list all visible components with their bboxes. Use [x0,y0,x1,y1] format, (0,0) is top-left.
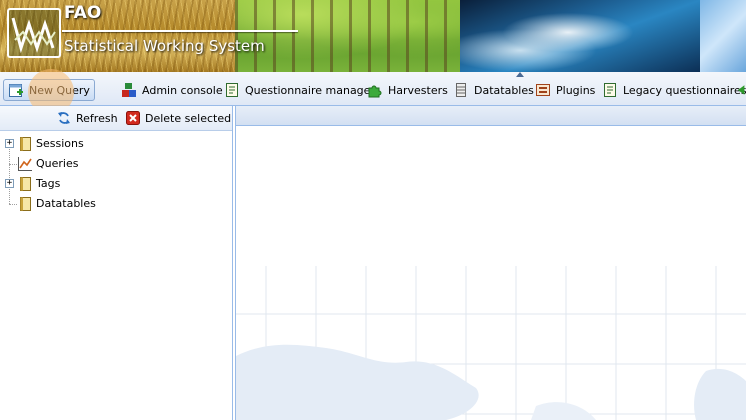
plugins-label: Plugins [556,83,596,97]
refresh-icon [57,111,71,125]
refresh-label: Refresh [76,111,118,125]
book-icon [17,196,33,212]
tree-item-label: Sessions [36,137,84,150]
navigation-tree: + Sessions Queries + Tags Datatables [0,134,232,214]
toolbar-overflow-button[interactable] [738,79,746,101]
brand-name: FAO [64,3,102,23]
banner-sky-image [700,0,746,72]
main-toolbar: New Query Admin console Questionnaire ma… [0,72,746,106]
content-panel [235,106,746,420]
world-map-background [236,126,746,420]
banner-forest-image [235,0,460,72]
plugins-button[interactable]: Plugins [535,79,595,101]
legacy-questionnaires-label: Legacy questionnaires [623,83,746,97]
app-banner: FAO Statistical Working System [0,0,746,72]
plugin-icon [535,82,551,98]
delete-selected-label: Delete selected [145,111,232,125]
tree-item-sessions[interactable]: + Sessions [0,134,232,154]
questionnaire-manager-button[interactable]: Questionnaire manager [224,79,375,101]
questionnaire-icon [602,82,618,98]
tree-item-label: Datatables [36,197,96,210]
legacy-questionnaires-button[interactable]: Legacy questionnaires [602,79,746,101]
arrow-icon [738,85,745,95]
datatables-label: Datatables [474,83,534,97]
harvesters-label: Harvesters [388,83,448,97]
chart-icon [17,156,33,172]
tree-item-label: Tags [36,177,61,190]
tree-item-label: Queries [36,157,79,170]
questionnaire-manager-label: Questionnaire manager [245,83,375,97]
delete-selected-button[interactable]: Delete selected [126,111,231,125]
book-icon [17,136,33,152]
admin-console-button[interactable]: Admin console [121,79,223,101]
fao-logo-icon [7,8,61,58]
refresh-button[interactable]: Refresh [57,111,118,125]
admin-console-label: Admin console [142,83,223,97]
questionnaire-icon [224,82,240,98]
navigation-panel: Refresh Delete selected + Sessions Queri… [0,106,233,420]
book-icon [17,176,33,192]
tree-item-datatables[interactable]: Datatables [0,194,232,214]
brand-divider [62,30,298,32]
brand-subtitle: Statistical Working System [64,37,265,55]
datatable-icon [453,82,469,98]
banner-wave-image [460,0,700,72]
tree-item-tags[interactable]: + Tags [0,174,232,194]
puzzle-icon [367,82,383,98]
tree-item-queries[interactable]: Queries [0,154,232,174]
harvesters-button[interactable]: Harvesters [367,79,448,101]
datatables-button[interactable]: Datatables [453,79,534,101]
new-query-icon [8,82,24,98]
content-header [236,106,746,126]
expand-icon[interactable]: + [5,139,14,148]
collapse-grip-icon[interactable] [514,72,526,77]
delete-icon [126,111,140,125]
tree-toolbar: Refresh Delete selected [0,106,232,131]
expand-icon[interactable]: + [5,179,14,188]
admin-console-icon [121,82,137,98]
